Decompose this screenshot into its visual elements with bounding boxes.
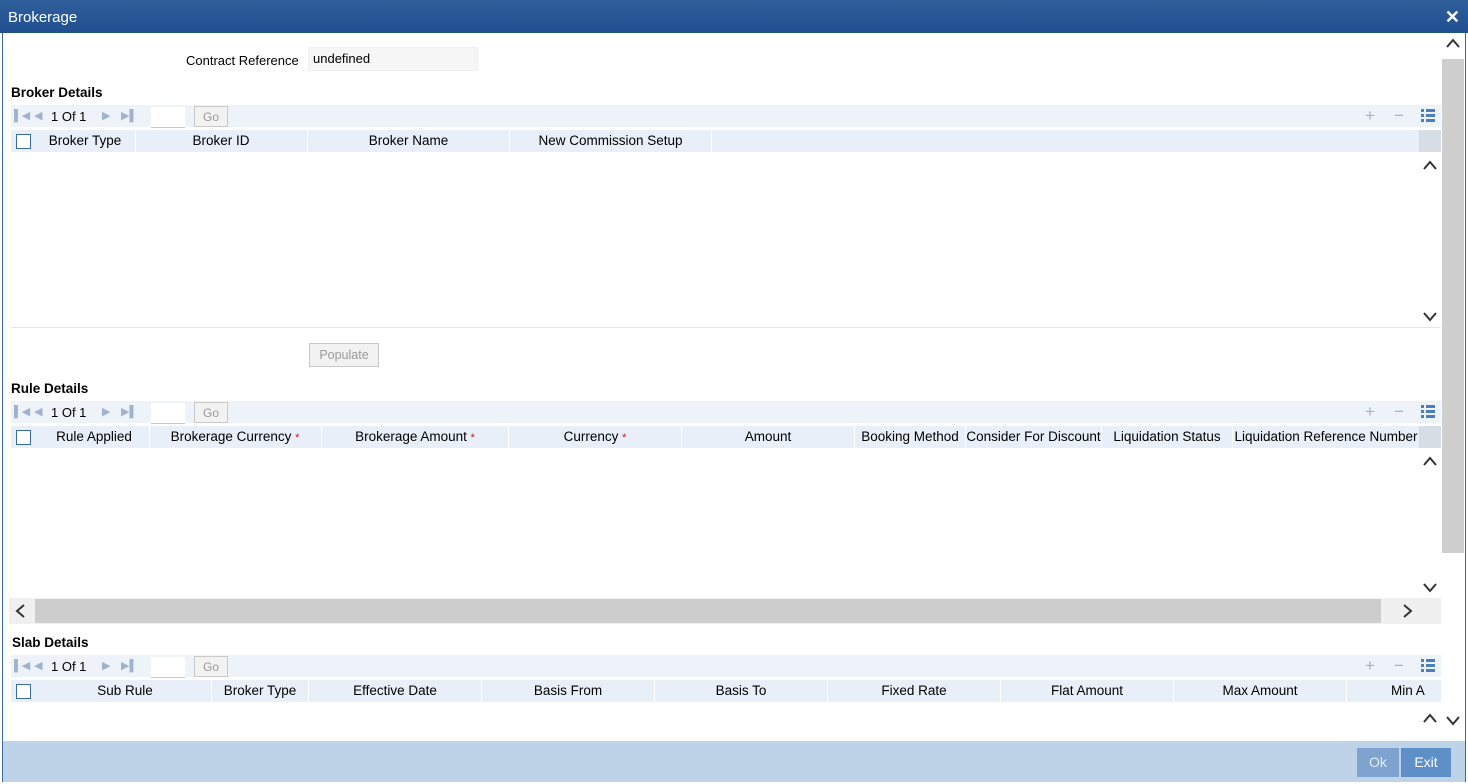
outer-scroll-thumb[interactable] bbox=[1442, 59, 1464, 553]
page-number-input[interactable] bbox=[151, 107, 185, 128]
select-all-checkbox[interactable] bbox=[16, 430, 31, 445]
rule-details-title: Rule Details bbox=[11, 381, 89, 396]
column-header[interactable]: Liquidation Status bbox=[1102, 426, 1233, 448]
column-header[interactable]: Flat Amount bbox=[1001, 680, 1174, 702]
go-button[interactable]: Go bbox=[194, 656, 228, 677]
slab-table-body bbox=[11, 702, 1441, 740]
column-header[interactable]: Broker Type bbox=[212, 680, 309, 702]
first-page-icon[interactable]: ▌◀ bbox=[14, 659, 30, 672]
add-row-icon[interactable]: + bbox=[1365, 656, 1375, 676]
ok-button[interactable]: Ok bbox=[1357, 748, 1399, 777]
scroll-left-icon[interactable] bbox=[15, 604, 25, 621]
required-icon: * bbox=[295, 432, 300, 444]
rule-table-body bbox=[11, 448, 1441, 598]
next-page-icon[interactable]: ▶ bbox=[102, 659, 110, 672]
scroll-right-icon[interactable] bbox=[1403, 604, 1413, 621]
column-header[interactable]: Brokerage Currency * bbox=[149, 426, 322, 448]
go-button[interactable]: Go bbox=[194, 106, 228, 127]
broker-pager: ▌◀ ◀ 1 Of 1 ▶ ▶▌ Go + − bbox=[11, 105, 1441, 128]
column-label: Currency bbox=[563, 429, 619, 444]
column-header[interactable]: Min A bbox=[1347, 680, 1441, 702]
rule-pager: ▌◀ ◀ 1 Of 1 ▶ ▶▌ Go + − bbox=[11, 401, 1441, 424]
column-header[interactable]: Currency * bbox=[509, 426, 682, 448]
scroll-up-icon[interactable] bbox=[1446, 35, 1460, 51]
delete-row-icon[interactable]: − bbox=[1394, 402, 1404, 422]
broker-details-title: Broker Details bbox=[11, 85, 103, 100]
last-page-icon[interactable]: ▶▌ bbox=[121, 659, 137, 672]
scroll-up-icon[interactable] bbox=[1423, 710, 1437, 726]
select-all-checkbox[interactable] bbox=[16, 134, 31, 149]
required-icon: * bbox=[622, 432, 627, 444]
next-page-icon[interactable]: ▶ bbox=[102, 405, 110, 418]
delete-row-icon[interactable]: − bbox=[1394, 106, 1404, 126]
column-header[interactable]: Consider For Discount bbox=[966, 426, 1102, 448]
single-view-icon[interactable] bbox=[1421, 108, 1435, 122]
prev-page-icon[interactable]: ◀ bbox=[34, 659, 42, 672]
add-row-icon[interactable]: + bbox=[1365, 402, 1375, 422]
slab-details-title: Slab Details bbox=[12, 635, 89, 650]
page-count: 1 Of 1 bbox=[51, 659, 87, 674]
contract-reference-field[interactable]: undefined bbox=[308, 47, 478, 71]
page-number-input[interactable] bbox=[151, 657, 185, 678]
column-header[interactable]: Broker ID bbox=[135, 130, 308, 152]
column-header[interactable]: Rule Applied bbox=[39, 426, 150, 448]
column-header[interactable]: Booking Method bbox=[855, 426, 966, 448]
column-header[interactable]: Fixed Rate bbox=[828, 680, 1001, 702]
column-header[interactable]: Broker Type bbox=[35, 130, 136, 152]
single-view-icon[interactable] bbox=[1421, 404, 1435, 418]
page-count: 1 Of 1 bbox=[51, 405, 87, 420]
column-header[interactable]: Effective Date bbox=[309, 680, 482, 702]
page-number-input[interactable] bbox=[151, 403, 185, 424]
broker-table-header: Broker Type Broker ID Broker Name New Co… bbox=[11, 130, 1441, 152]
scroll-down-icon[interactable] bbox=[1423, 580, 1437, 596]
column-label: Brokerage Currency bbox=[170, 429, 292, 444]
window-title: Brokerage bbox=[8, 9, 78, 26]
last-page-icon[interactable]: ▶▌ bbox=[121, 405, 137, 418]
prev-page-icon[interactable]: ◀ bbox=[34, 109, 42, 122]
delete-row-icon[interactable]: − bbox=[1394, 656, 1404, 676]
scroll-down-icon[interactable] bbox=[1423, 309, 1437, 325]
last-page-icon[interactable]: ▶▌ bbox=[121, 109, 137, 122]
next-page-icon[interactable]: ▶ bbox=[102, 109, 110, 122]
broker-table-body bbox=[11, 152, 1441, 328]
title-bar: Brokerage ✕ bbox=[0, 0, 1468, 33]
slab-table-header: Sub Rule Broker Type Effective Date Basi… bbox=[11, 680, 1441, 702]
rule-horizontal-scrollbar[interactable] bbox=[9, 598, 1441, 624]
column-header[interactable]: Basis To bbox=[655, 680, 828, 702]
column-header[interactable]: Amount bbox=[682, 426, 855, 448]
single-view-icon[interactable] bbox=[1421, 658, 1435, 672]
scroll-down-icon[interactable] bbox=[1446, 713, 1460, 729]
column-header[interactable]: Liquidation Reference Number bbox=[1233, 426, 1420, 448]
prev-page-icon[interactable]: ◀ bbox=[34, 405, 42, 418]
header-scroll-corner bbox=[1419, 130, 1441, 152]
scroll-up-icon[interactable] bbox=[1423, 453, 1437, 469]
column-header[interactable]: Max Amount bbox=[1174, 680, 1347, 702]
column-header[interactable]: Broker Name bbox=[308, 130, 510, 152]
required-icon: * bbox=[470, 432, 475, 444]
footer-bar: Ok Exit bbox=[3, 741, 1465, 782]
select-all-checkbox[interactable] bbox=[16, 684, 31, 699]
add-row-icon[interactable]: + bbox=[1365, 106, 1375, 126]
column-header[interactable]: Brokerage Amount * bbox=[322, 426, 509, 448]
column-header[interactable]: New Commission Setup bbox=[510, 130, 712, 152]
go-button[interactable]: Go bbox=[194, 402, 228, 423]
horizontal-scroll-thumb[interactable] bbox=[35, 599, 1381, 623]
exit-button[interactable]: Exit bbox=[1401, 748, 1451, 777]
close-icon[interactable]: ✕ bbox=[1445, 7, 1460, 28]
header-scroll-corner bbox=[1419, 426, 1441, 448]
main-frame: Contract Reference undefined Broker Deta… bbox=[2, 33, 1466, 782]
populate-button[interactable]: Populate bbox=[309, 343, 379, 367]
first-page-icon[interactable]: ▌◀ bbox=[14, 109, 30, 122]
contract-reference-label: Contract Reference bbox=[186, 53, 299, 68]
page-count: 1 Of 1 bbox=[51, 109, 87, 124]
slab-pager: ▌◀ ◀ 1 Of 1 ▶ ▶▌ Go + − bbox=[11, 655, 1441, 678]
column-label: Brokerage Amount bbox=[355, 429, 467, 444]
scroll-up-icon[interactable] bbox=[1423, 157, 1437, 173]
first-page-icon[interactable]: ▌◀ bbox=[14, 405, 30, 418]
outer-vertical-scrollbar[interactable] bbox=[1441, 33, 1465, 741]
rule-table-header: Rule Applied Brokerage Currency * Broker… bbox=[11, 426, 1441, 448]
column-header[interactable]: Sub Rule bbox=[39, 680, 212, 702]
column-header[interactable]: Basis From bbox=[482, 680, 655, 702]
